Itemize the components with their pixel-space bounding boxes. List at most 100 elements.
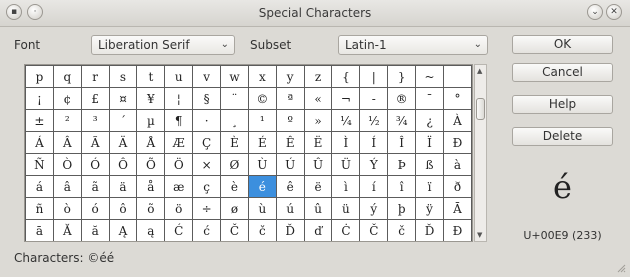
character-cell[interactable]: ¾	[387, 109, 417, 132]
character-cell[interactable]: å	[136, 175, 166, 198]
character-cell[interactable]: t	[136, 65, 166, 88]
character-cell[interactable]: ß	[415, 153, 444, 176]
character-cell[interactable]: Ď	[275, 219, 305, 241]
character-cell[interactable]: Û	[303, 153, 333, 176]
character-cell[interactable]: ù	[247, 197, 277, 220]
character-cell[interactable]: ¦	[164, 87, 194, 110]
character-cell[interactable]: ¹	[247, 109, 277, 132]
character-cell[interactable]: ă	[80, 219, 110, 241]
character-cell[interactable]: ¸	[220, 109, 249, 132]
character-cell[interactable]: v	[192, 65, 222, 88]
character-cell[interactable]: ò	[52, 197, 82, 220]
character-cell[interactable]: ©	[247, 87, 277, 110]
character-cell[interactable]: ¥	[136, 87, 166, 110]
character-cell[interactable]: ´	[108, 109, 138, 132]
character-cell[interactable]: ¿	[415, 109, 444, 132]
character-cell[interactable]: Þ	[387, 153, 417, 176]
character-cell[interactable]: s	[108, 65, 138, 88]
character-cell[interactable]: Ü	[331, 153, 361, 176]
character-cell[interactable]: Ð	[442, 131, 472, 154]
character-cell[interactable]: č	[387, 219, 417, 241]
character-cell[interactable]: ¶	[164, 109, 194, 132]
character-cell[interactable]: Ô	[108, 153, 138, 176]
character-cell[interactable]: Å	[136, 131, 166, 154]
ok-button[interactable]: OK	[512, 35, 613, 54]
character-cell[interactable]: Ã	[80, 131, 110, 154]
character-cell[interactable]: á	[25, 175, 54, 198]
character-cell[interactable]: ¼	[331, 109, 361, 132]
character-cell[interactable]: Ď	[415, 219, 444, 241]
character-cell[interactable]: Ć	[164, 219, 194, 241]
character-cell[interactable]: Á	[25, 131, 54, 154]
character-cell[interactable]: ã	[80, 175, 110, 198]
character-cell[interactable]: ~	[415, 65, 444, 88]
character-cell[interactable]: }	[387, 65, 417, 88]
character-cell[interactable]: ä	[108, 175, 138, 198]
character-cell[interactable]: ×	[192, 153, 222, 176]
character-cell[interactable]: «	[303, 87, 333, 110]
character-cell[interactable]: ð	[442, 175, 472, 198]
character-cell[interactable]: í	[359, 175, 389, 198]
help-button[interactable]: Help	[512, 95, 613, 114]
character-cell[interactable]: ê	[275, 175, 305, 198]
character-cell[interactable]: ·	[192, 109, 222, 132]
character-cell[interactable]: Ö	[164, 153, 194, 176]
character-cell[interactable]: u	[164, 65, 194, 88]
character-cell[interactable]: ć	[192, 219, 222, 241]
character-cell[interactable]: ½	[359, 109, 389, 132]
character-cell[interactable]: È	[220, 131, 249, 154]
character-cell[interactable]: |	[359, 65, 389, 88]
character-cell[interactable]: ¬	[331, 87, 361, 110]
character-cell[interactable]: Æ	[164, 131, 194, 154]
delete-button[interactable]: Delete	[512, 127, 613, 146]
character-cell[interactable]: ø	[220, 197, 249, 220]
close-icon[interactable]: ✕	[606, 4, 622, 20]
character-cell[interactable]: À	[442, 109, 472, 132]
character-cell[interactable]: Č	[220, 219, 249, 241]
character-cell[interactable]: Ý	[359, 153, 389, 176]
character-cell[interactable]: Đ	[442, 219, 472, 241]
character-cell[interactable]: ý	[359, 197, 389, 220]
character-cell[interactable]: Ë	[303, 131, 333, 154]
cancel-button[interactable]: Cancel	[512, 63, 613, 82]
character-cell[interactable]: -	[359, 87, 389, 110]
character-cell[interactable]: £	[80, 87, 110, 110]
character-cell[interactable]: ³	[80, 109, 110, 132]
character-cell[interactable]: ñ	[25, 197, 54, 220]
character-cell[interactable]: ÷	[192, 197, 222, 220]
character-cell[interactable]: Ú	[275, 153, 305, 176]
character-cell[interactable]: ą	[136, 219, 166, 241]
character-cell[interactable]: ¯	[415, 87, 444, 110]
character-cell[interactable]: »	[303, 109, 333, 132]
character-cell[interactable]: Ă	[52, 219, 82, 241]
character-cell[interactable]: Ì	[331, 131, 361, 154]
character-cell[interactable]: č	[247, 219, 277, 241]
character-cell[interactable]: Ñ	[25, 153, 54, 176]
scroll-down-icon[interactable]: ▼	[477, 231, 482, 239]
character-cell[interactable]: ö	[164, 197, 194, 220]
character-cell[interactable]: Í	[359, 131, 389, 154]
character-cell[interactable]: §	[192, 87, 222, 110]
character-cell[interactable]: ²	[52, 109, 82, 132]
character-cell[interactable]: Ï	[415, 131, 444, 154]
character-cell[interactable]: ó	[80, 197, 110, 220]
character-cell[interactable]: ®	[387, 87, 417, 110]
character-cell[interactable]: µ	[136, 109, 166, 132]
minimize-icon[interactable]: ⌄	[587, 4, 603, 20]
character-cell[interactable]: â	[52, 175, 82, 198]
character-grid[interactable]: p q r s t u v w x y z{|} ~ ¡ ¢ £ ¤ ¥ ¦ § ¨ © ª «¬ - ® ¯ ° ± ² ³ ´ µ ¶ · ¸ ¹…	[24, 64, 473, 242]
scrollbar-thumb[interactable]	[476, 98, 485, 120]
character-cell[interactable]: ü	[331, 197, 361, 220]
character-cell[interactable]: æ	[164, 175, 194, 198]
character-cell[interactable]: Ê	[275, 131, 305, 154]
character-cell[interactable]: è	[220, 175, 249, 198]
character-cell[interactable]: ¡	[25, 87, 54, 110]
character-cell[interactable]: ì	[331, 175, 361, 198]
character-cell[interactable]: Ø	[220, 153, 249, 176]
character-table[interactable]: p q r s t u v w x y z{|} ~ ¡ ¢ £ ¤ ¥ ¦ § ¨ © ª «¬ - ® ¯ ° ± ² ³ ´ µ ¶ · ¸ ¹…	[25, 65, 472, 241]
character-cell[interactable]: î	[387, 175, 417, 198]
character-cell[interactable]: Č	[359, 219, 389, 241]
character-cell[interactable]: p	[25, 65, 54, 88]
character-cell[interactable]: û	[303, 197, 333, 220]
character-cell[interactable]: z	[303, 65, 333, 88]
